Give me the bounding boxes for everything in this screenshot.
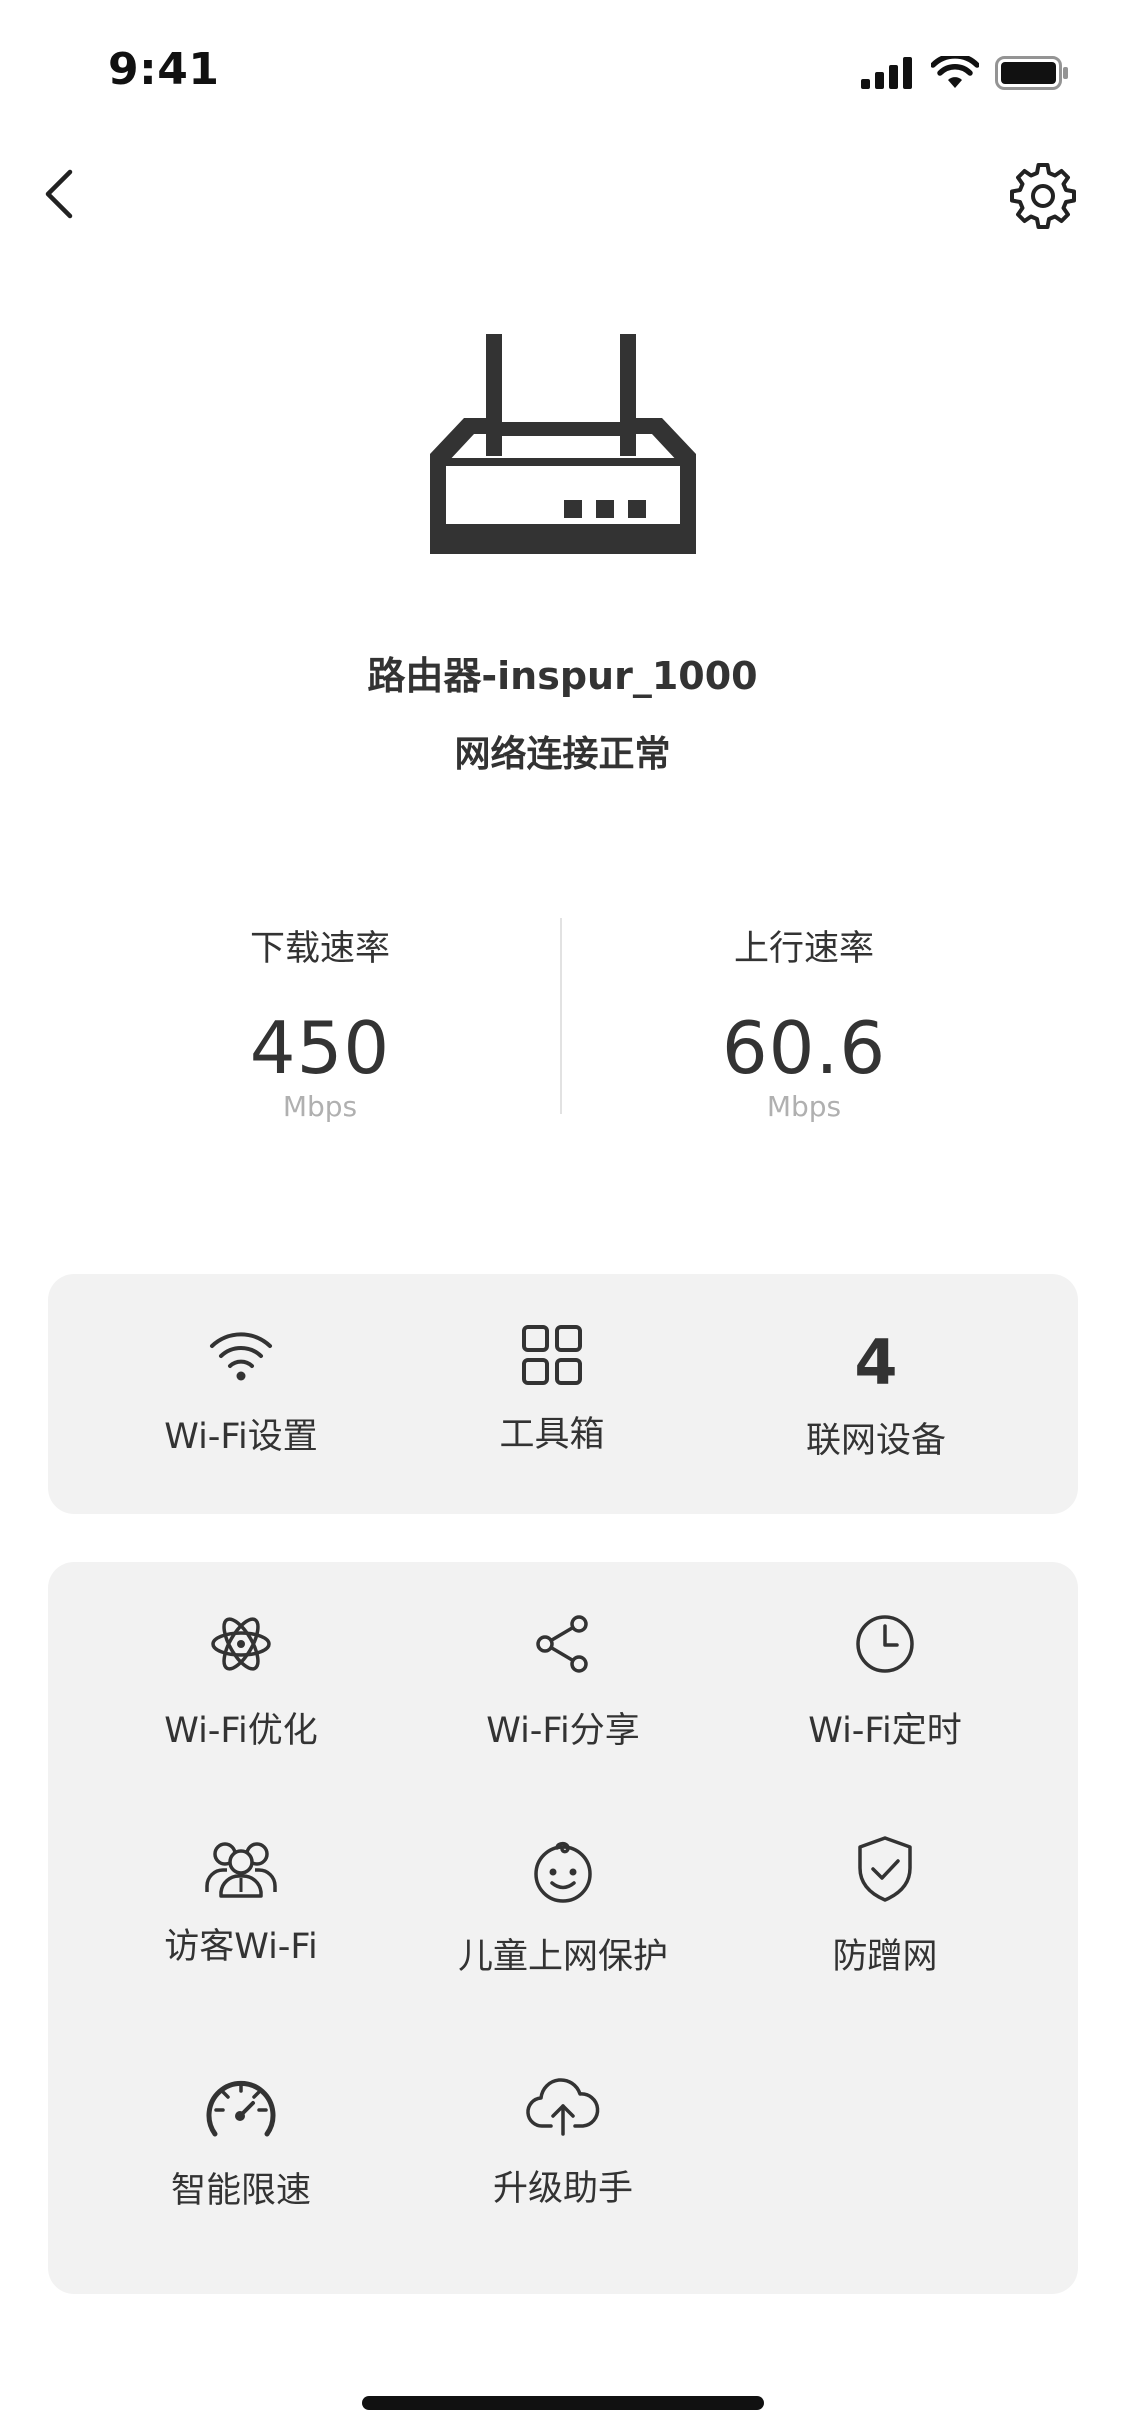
home-indicator[interactable] bbox=[362, 2396, 764, 2410]
shield-check-icon bbox=[858, 1836, 912, 1902]
router-icon bbox=[430, 334, 696, 554]
guest-wifi-button[interactable]: 访客Wi-Fi bbox=[136, 1834, 346, 1969]
download-speed-unit: Mbps bbox=[282, 1090, 358, 1123]
toolbox-label: 工具箱 bbox=[499, 1415, 605, 1455]
speed-divider bbox=[560, 918, 562, 1114]
upload-speed: 上行速率 60.6 Mbps bbox=[644, 920, 964, 1123]
child-protection-button[interactable]: 儿童上网保护 bbox=[446, 1840, 680, 1979]
router-connection-status: 网络连接正常 bbox=[454, 734, 671, 775]
upload-speed-value: 60.6 bbox=[721, 1006, 887, 1090]
upgrade-assistant-label: 升级助手 bbox=[492, 2169, 633, 2209]
wifi-share-label: Wi-Fi分享 bbox=[486, 1711, 640, 1751]
download-speed: 下载速率 450 Mbps bbox=[160, 920, 480, 1123]
wifi-status-icon bbox=[931, 56, 979, 88]
status-bar: 9:41 bbox=[0, 0, 1125, 140]
back-icon[interactable] bbox=[38, 164, 82, 224]
download-speed-title: 下载速率 bbox=[249, 929, 390, 969]
status-time: 9:41 bbox=[108, 44, 220, 95]
quick-actions-card: Wi-Fi设置 工具箱 4 联网设备 bbox=[48, 1274, 1078, 1514]
upgrade-assistant-button[interactable]: 升级助手 bbox=[456, 2076, 670, 2211]
wifi-settings-label: Wi-Fi设置 bbox=[164, 1417, 318, 1457]
status-icons bbox=[861, 56, 1069, 90]
router-name: 路由器-inspur_1000 bbox=[367, 654, 758, 698]
connected-devices-label: 联网设备 bbox=[805, 1421, 946, 1461]
toolbox-button[interactable]: 工具箱 bbox=[452, 1324, 652, 1457]
child-protection-label: 儿童上网保护 bbox=[457, 1937, 668, 1977]
wifi-timer-label: Wi-Fi定时 bbox=[808, 1711, 962, 1751]
battery-icon bbox=[995, 56, 1068, 90]
download-speed-value: 450 bbox=[249, 1006, 391, 1090]
guest-icon bbox=[205, 1842, 277, 1898]
upload-speed-title: 上行速率 bbox=[733, 929, 874, 969]
features-card: Wi-Fi优化 Wi-Fi分享 Wi-Fi定时 访客Wi-Fi 儿童上网保护 防… bbox=[48, 1562, 1078, 2294]
wifi-icon bbox=[210, 1332, 272, 1381]
share-icon bbox=[536, 1615, 588, 1673]
atom-icon bbox=[211, 1617, 271, 1671]
wifi-optimize-button[interactable]: Wi-Fi优化 bbox=[136, 1612, 346, 1753]
upload-speed-unit: Mbps bbox=[766, 1090, 842, 1123]
connected-devices-button[interactable]: 4 联网设备 bbox=[766, 1332, 986, 1463]
cellular-signal-icon bbox=[861, 57, 912, 89]
anti-freeload-label: 防蹭网 bbox=[832, 1937, 938, 1977]
clock-icon bbox=[856, 1615, 914, 1673]
guest-wifi-label: 访客Wi-Fi bbox=[164, 1927, 318, 1967]
smart-speed-limit-button[interactable]: 智能限速 bbox=[136, 2074, 346, 2213]
wifi-timer-button[interactable]: Wi-Fi定时 bbox=[778, 1612, 992, 1753]
connected-devices-count: 4 bbox=[854, 1326, 898, 1399]
wifi-share-button[interactable]: Wi-Fi分享 bbox=[456, 1612, 670, 1753]
grid-icon bbox=[522, 1325, 582, 1385]
smart-speed-limit-label: 智能限速 bbox=[170, 2171, 311, 2211]
settings-gear-icon[interactable] bbox=[1007, 160, 1079, 232]
cloud-upload-icon bbox=[526, 2078, 600, 2136]
anti-freeload-button[interactable]: 防蹭网 bbox=[778, 1834, 992, 1979]
wifi-optimize-label: Wi-Fi优化 bbox=[164, 1711, 318, 1751]
baby-face-icon bbox=[534, 1841, 592, 1903]
speedometer-icon bbox=[206, 2080, 276, 2137]
wifi-settings-button[interactable]: Wi-Fi设置 bbox=[134, 1326, 348, 1459]
